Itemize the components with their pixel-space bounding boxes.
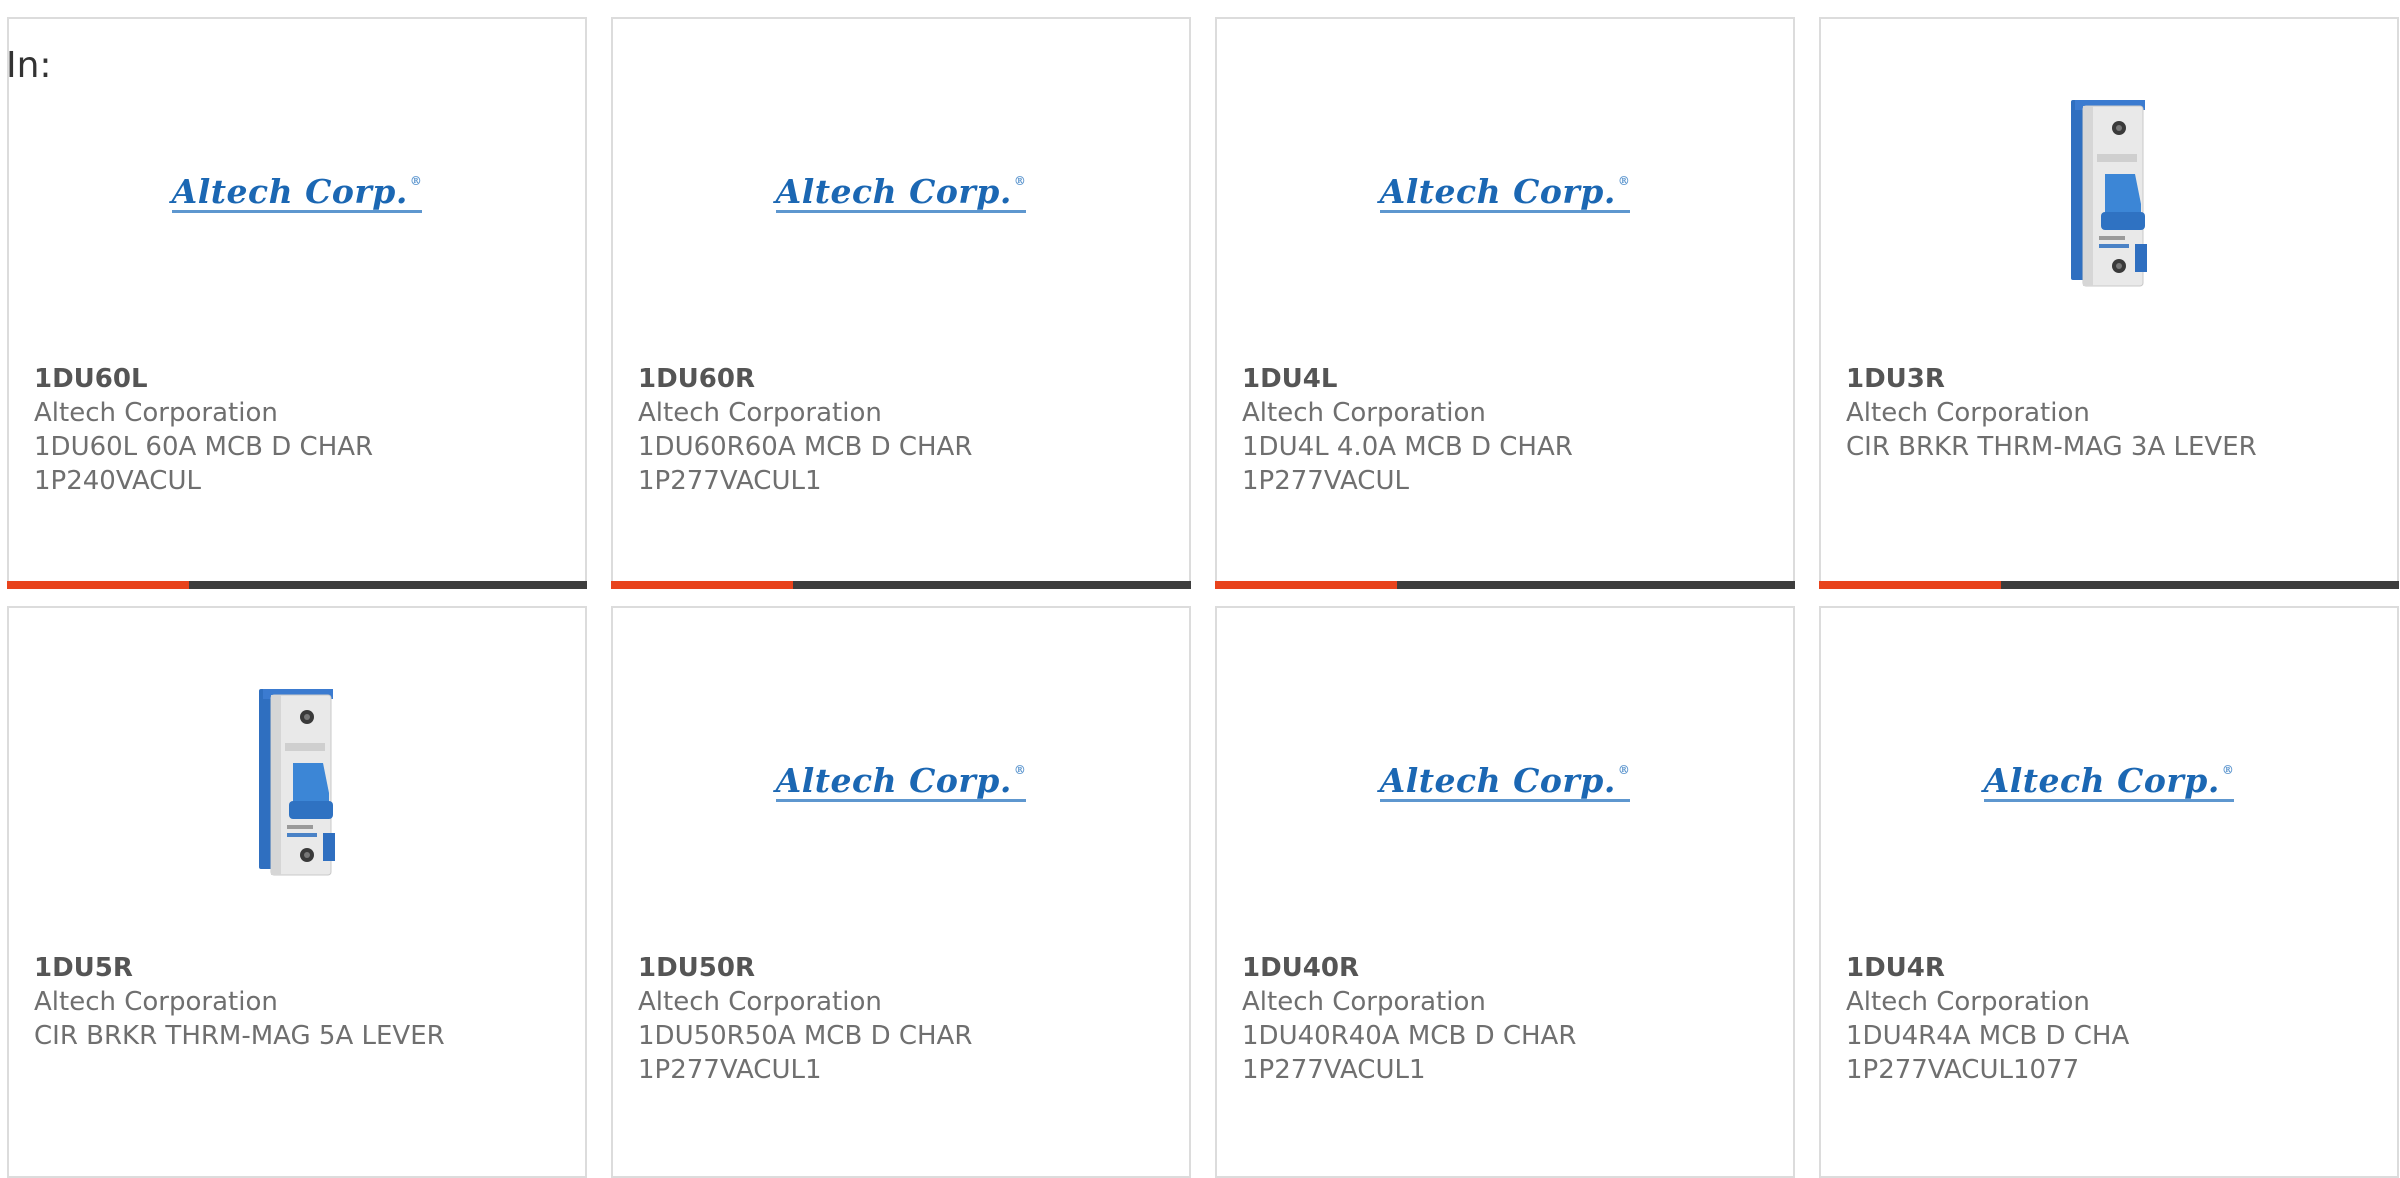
registered-mark: ® [1013,763,1027,778]
filter-label: In: [6,45,52,86]
product-info: 1DU5R Altech Corporation CIR BRKR THRM-M… [34,951,565,1053]
registered-mark: ® [1013,174,1027,189]
product-part-number[interactable]: 1DU40R [1242,951,1773,985]
product-part-number[interactable]: 1DU60R [638,362,1169,396]
altech-logo-icon: Altech Corp. ® [171,172,423,213]
product-image[interactable] [9,668,585,898]
product-info: 1DU4R Altech Corporation 1DU4R4A MCB D C… [1846,951,2377,1087]
product-card[interactable]: Altech Corp. ® 1DU60L Altech Corporation … [7,17,587,589]
altech-logo-icon: Altech Corp. ® [775,761,1027,802]
logo-text: Altech Corp. [1379,172,1616,212]
product-card[interactable]: Altech Corp. ® 1DU50R Altech Corporation … [611,606,1191,1178]
product-part-number[interactable]: 1DU4R [1846,951,2377,985]
product-info: 1DU60L Altech Corporation 1DU60L 60A MCB… [34,362,565,498]
product-description: 1DU50R50A MCB D CHAR 1P277VACUL1 [638,1021,973,1085]
logo-text: Altech Corp. [1379,761,1616,801]
product-info: 1DU3R Altech Corporation CIR BRKR THRM-M… [1846,362,2377,464]
product-part-number[interactable]: 1DU60L [34,362,565,396]
product-card[interactable]: Altech Corp. ® 1DU4R Altech Corporation 1… [1819,606,2399,1178]
product-description: 1DU4L 4.0A MCB D CHAR 1P277VACUL [1242,432,1573,496]
product-image[interactable]: Altech Corp. ® [1821,668,2397,898]
breaker-photo [249,683,345,883]
card-accent-bar [1819,581,2399,589]
product-manufacturer: Altech Corporation [638,398,882,428]
product-image[interactable]: Altech Corp. ® [613,668,1189,898]
registered-mark: ® [1617,763,1631,778]
product-description: 1DU60R60A MCB D CHAR 1P277VACUL1 [638,432,973,496]
product-manufacturer: Altech Corporation [1846,398,2090,428]
product-manufacturer: Altech Corporation [1242,987,1486,1017]
card-accent-bar [611,581,1191,589]
product-card[interactable]: Altech Corp. ® 1DU4L Altech Corporation 1… [1215,17,1795,589]
breaker-photo [2061,94,2157,294]
logo-text: Altech Corp. [171,172,408,212]
product-grid: Altech Corp. ® 1DU60L Altech Corporation … [7,17,2399,1178]
product-part-number[interactable]: 1DU5R [34,951,565,985]
altech-logo-icon: Altech Corp. ® [1379,172,1631,213]
product-image[interactable]: Altech Corp. ® [9,79,585,309]
product-description: 1DU40R40A MCB D CHAR 1P277VACUL1 [1242,1021,1577,1085]
product-manufacturer: Altech Corporation [1242,398,1486,428]
circuit-breaker-icon [259,689,335,876]
card-accent-highlight [611,581,793,589]
card-accent-highlight [7,581,189,589]
product-card[interactable]: 1DU5R Altech Corporation CIR BRKR THRM-M… [7,606,587,1178]
product-info: 1DU40R Altech Corporation 1DU40R40A MCB … [1242,951,1773,1087]
product-description: 1DU60L 60A MCB D CHAR 1P240VACUL [34,432,374,496]
product-manufacturer: Altech Corporation [1846,987,2090,1017]
logo-text: Altech Corp. [775,172,1012,212]
registered-mark: ® [2221,763,2235,778]
logo-text: Altech Corp. [1983,761,2220,801]
card-accent-highlight [1819,581,2001,589]
product-manufacturer: Altech Corporation [34,987,278,1017]
card-accent-bar [7,581,587,589]
circuit-breaker-icon [2071,100,2147,287]
product-description: CIR BRKR THRM-MAG 5A LEVER [34,1021,445,1051]
product-info: 1DU4L Altech Corporation 1DU4L 4.0A MCB … [1242,362,1773,498]
product-part-number[interactable]: 1DU3R [1846,362,2377,396]
altech-logo-icon: Altech Corp. ® [775,172,1027,213]
product-manufacturer: Altech Corporation [34,398,278,428]
logo-text: Altech Corp. [775,761,1012,801]
product-image[interactable] [1821,79,2397,309]
product-info: 1DU60R Altech Corporation 1DU60R60A MCB … [638,362,1169,498]
product-image[interactable]: Altech Corp. ® [613,79,1189,309]
product-description: CIR BRKR THRM-MAG 3A LEVER [1846,432,2257,462]
registered-mark: ® [409,174,423,189]
card-accent-highlight [1215,581,1397,589]
product-manufacturer: Altech Corporation [638,987,882,1017]
product-card[interactable]: 1DU3R Altech Corporation CIR BRKR THRM-M… [1819,17,2399,589]
card-accent-bar [1215,581,1795,589]
altech-logo-icon: Altech Corp. ® [1983,761,2235,802]
altech-logo-icon: Altech Corp. ® [1379,761,1631,802]
product-part-number[interactable]: 1DU50R [638,951,1169,985]
registered-mark: ® [1617,174,1631,189]
product-info: 1DU50R Altech Corporation 1DU50R50A MCB … [638,951,1169,1087]
product-description: 1DU4R4A MCB D CHA 1P277VACUL1077 [1846,1021,2130,1085]
product-part-number[interactable]: 1DU4L [1242,362,1773,396]
product-image[interactable]: Altech Corp. ® [1217,668,1793,898]
product-card[interactable]: Altech Corp. ® 1DU40R Altech Corporation … [1215,606,1795,1178]
product-card[interactable]: Altech Corp. ® 1DU60R Altech Corporation … [611,17,1191,589]
product-image[interactable]: Altech Corp. ® [1217,79,1793,309]
